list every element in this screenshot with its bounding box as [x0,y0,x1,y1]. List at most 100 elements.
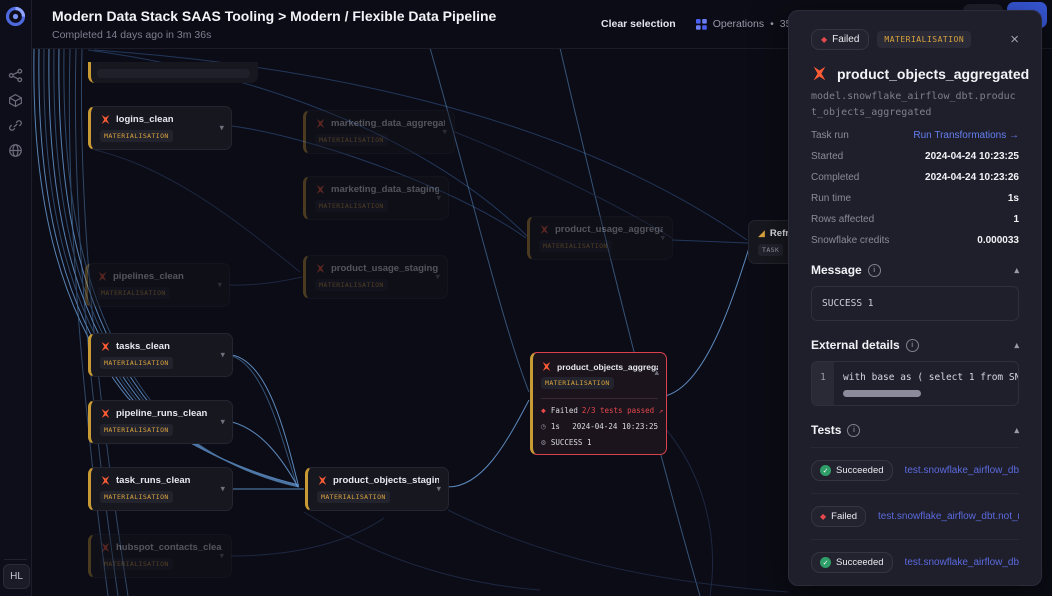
tests-summary-link[interactable]: 2/3 tests passed ↗ [582,406,663,415]
chevron-down-icon[interactable]: ▾ [220,350,225,361]
test-row: ✓ Succeeded test.snowflake_airflow_dbt.n… [811,539,1019,586]
node-label: product_objects_aggregated [557,362,658,372]
node-type-badge: MATERIALISATION [100,424,173,436]
chevron-up-icon[interactable]: ▴ [654,367,659,378]
chevron-down-icon[interactable]: ▾ [219,123,224,134]
chevron-down-icon[interactable]: ▾ [442,127,447,138]
node-pipeline-runs-clean[interactable]: pipeline_runs_clean ▾ MATERIALISATION [88,400,233,444]
node-partial-top[interactable] [88,62,258,83]
node-product-objects-staging[interactable]: product_objects_staging ▾ MATERIALISATIO… [305,467,449,511]
test-status-badge: ✓ Succeeded [811,552,893,573]
node-pipelines-clean[interactable]: pipelines_clean ▾ MATERIALISATION [85,263,230,307]
node-label: tasks_clean [116,341,170,352]
test-status-label: Succeeded [836,557,884,568]
field-label: Completed [811,172,859,183]
model-path: model.snowflake_airflow_dbt.product_obje… [811,89,1019,120]
horizontal-scrollbar[interactable] [843,390,921,397]
field-label: Snowflake credits [811,235,889,246]
node-product-objects-aggregated-selected[interactable]: product_objects_aggregated ▴ MATERIALISA… [530,352,667,455]
grid-icon [696,19,707,30]
test-link[interactable]: test.snowflake_airflow_dbt.not_null_pr [878,511,1019,522]
node-marketing-data-staging[interactable]: marketing_data_staging ▾ MATERIALISATION [303,176,449,220]
test-status-label: Succeeded [836,465,884,476]
chevron-down-icon[interactable]: ▾ [435,272,440,283]
link-icon[interactable] [8,118,23,133]
chevron-down-icon[interactable]: ▾ [219,551,224,562]
check-circle-icon: ✓ [820,557,831,568]
node-tasks-clean[interactable]: tasks_clean ▾ MATERIALISATION [88,333,233,377]
dbt-icon [100,475,111,486]
node-label: pipeline_runs_clean [116,408,207,419]
collapse-icon[interactable]: ▴ [1014,340,1019,351]
chevron-down-icon[interactable]: ▾ [660,233,665,244]
dbt-icon [100,114,111,125]
node-type-badge: MATERIALISATION [315,279,388,291]
task-run-link[interactable]: Run Transformations → [913,130,1019,141]
operations-count-chip[interactable]: Operations • 35 [696,18,792,30]
test-status-label: Failed [831,511,857,522]
node-type-badge: MATERIALISATION [541,377,614,389]
operations-label: Operations [713,18,764,30]
node-logins-clean[interactable]: logins_clean ▾ MATERIALISATION [88,106,232,150]
message-section: Message i ▴ SUCCESS 1 [811,263,1019,321]
node-task-runs-clean[interactable]: task_runs_clean ▾ MATERIALISATION [88,467,233,511]
chevron-down-icon[interactable]: ▾ [436,484,441,495]
app-logo[interactable] [4,5,27,33]
clear-selection-button[interactable]: Clear selection [601,18,676,30]
lineage-graph-icon[interactable] [8,68,23,83]
collapse-icon[interactable]: ▴ [1014,265,1019,276]
globe-icon[interactable] [8,143,23,158]
node-message: SUCCESS 1 [551,438,592,447]
node-label: product_usage_staging [331,263,438,274]
node-hubspot-contacts-clean[interactable]: hubspot_contacts_clean ▾ MATERIALISATION [88,534,232,578]
dbt-icon [315,118,326,129]
node-product-usage-aggregated[interactable]: product_usage_aggregated ▾ MATERIALISATI… [527,216,673,260]
node-label: product_objects_staging [333,475,439,486]
dbt-icon [100,542,111,553]
collapse-icon[interactable]: ▴ [1014,425,1019,436]
node-label: task_runs_clean [116,475,190,486]
node-marketing-data-aggregated[interactable]: marketing_data_aggregated ▾ MATERIALISAT… [303,110,455,154]
node-product-usage-staging[interactable]: product_usage_staging ▾ MATERIALISATION [303,255,448,299]
cube-icon[interactable] [8,93,23,108]
node-label: product_usage_aggregated [555,224,663,235]
field-label: Run time [811,193,851,204]
failed-diamond-icon: ◆ [820,513,826,521]
dbt-icon [100,341,111,352]
tests-heading: Tests [811,423,841,437]
sql-code-block[interactable]: 1 with base as ( select 1 from SNOWFLAKE [811,361,1019,406]
field-label: Started [811,151,843,162]
chevron-down-icon[interactable]: ▾ [220,417,225,428]
node-status: Failed [551,406,578,415]
node-label: pipelines_clean [113,271,184,282]
message-content: SUCCESS 1 [811,286,1019,321]
app-sidebar: HL [0,0,32,596]
check-circle-icon: ✓ [820,465,831,476]
external-details-heading: External details [811,338,900,352]
status-badge-label: Failed [832,34,859,45]
node-label: logins_clean [116,114,174,125]
message-heading: Message [811,263,862,277]
test-link[interactable]: test.snowflake_airflow_dbt.not_null_pr [905,557,1019,568]
node-divider [541,398,658,399]
failed-diamond-icon: ◆ [821,36,827,44]
test-status-badge: ◆ Failed [811,506,866,527]
node-label: marketing_data_aggregated [331,118,445,129]
info-icon[interactable]: i [868,264,881,277]
chevron-down-icon[interactable]: ▾ [436,193,441,204]
dbt-icon [97,271,108,282]
node-runtime: 1s [551,422,560,431]
field-value: 1 [1013,214,1019,225]
test-row: ◆ Failed test.snowflake_airflow_dbt.not_… [811,493,1019,539]
field-value: 2024-04-24 10:23:26 [925,172,1019,183]
info-icon[interactable]: i [906,339,919,352]
chevron-down-icon[interactable]: ▾ [217,280,222,291]
node-partial-badge [97,69,250,78]
field-label: Rows affected [811,214,874,225]
info-icon[interactable]: i [847,424,860,437]
chevron-down-icon[interactable]: ▾ [220,484,225,495]
close-icon[interactable]: × [1010,32,1019,47]
test-status-badge: ✓ Succeeded [811,460,893,481]
user-avatar[interactable]: HL [3,564,30,589]
test-link[interactable]: test.snowflake_airflow_dbt.unique_pro [905,465,1019,476]
